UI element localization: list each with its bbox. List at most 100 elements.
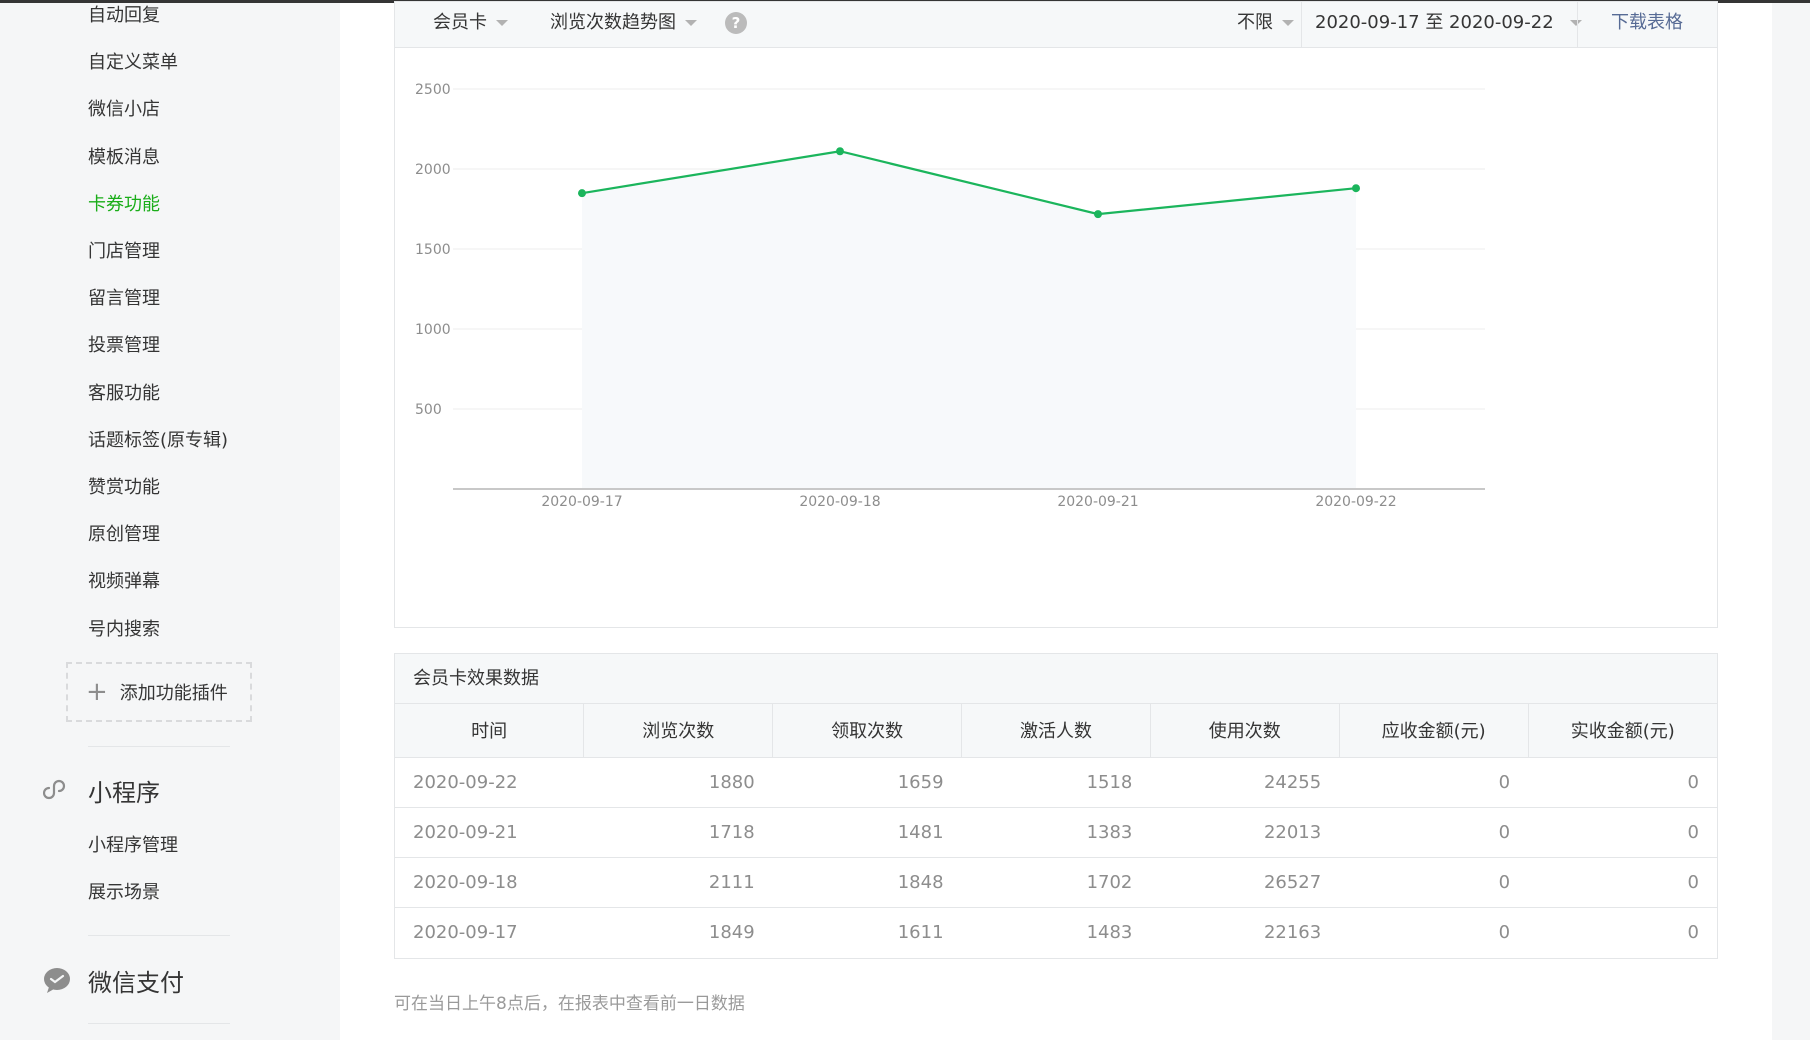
x-tick-label: 2020-09-21 (1057, 494, 1138, 510)
column-header: 浏览次数 (583, 704, 774, 758)
data-point (578, 189, 586, 198)
table-cell: 22013 (1150, 807, 1340, 858)
metric-label: 浏览次数趋势图 (550, 12, 676, 33)
card-type-dropdown[interactable]: 会员卡 (433, 2, 508, 44)
sidebar-divider (88, 935, 230, 936)
date-range-label: 2020-09-17 至 2020-09-22 (1315, 12, 1554, 33)
x-tick-label: 2020-09-22 (1315, 494, 1396, 510)
footnote: 可在当日上午8点后，在报表中查看前一日数据 (394, 994, 745, 1014)
sidebar-item[interactable]: 门店管理 (88, 237, 160, 267)
table-cell: 2020-09-18 (395, 857, 584, 908)
table-cell: 2111 (583, 857, 773, 908)
table-cell: 2020-09-21 (395, 807, 584, 858)
x-tick-label: 2020-09-17 (541, 494, 622, 510)
toolbar-separator (1577, 2, 1578, 48)
sidebar-item[interactable]: 号内搜索 (88, 615, 160, 645)
y-tick-label: 500 (415, 402, 442, 418)
chart-toolbar: 会员卡 浏览次数趋势图 ? 不限 2020-09-17 至 2020-09-22… (395, 2, 1717, 48)
help-icon[interactable]: ? (725, 12, 747, 34)
add-plugin-label: 添加功能插件 (119, 683, 228, 704)
data-table-panel: 会员卡效果数据 时间 浏览次数 领取次数 激活人数 使用次数 应收金额(元) 实收金额(元)… (394, 653, 1718, 959)
table-cell: 24255 (1150, 757, 1340, 808)
table-row: 2020-09-22 1880 1659 1518 24255 0 0 (395, 757, 1717, 808)
table-row: 2020-09-17 1849 1611 1483 22163 0 0 (395, 907, 1717, 957)
table-cell: 1849 (708, 921, 755, 943)
table-cell: 1718 (583, 807, 773, 858)
sidebar-item[interactable]: 留言管理 (88, 284, 160, 314)
wechat-pay-title: 微信支付 (88, 968, 184, 997)
chevron-down-icon (1282, 20, 1294, 26)
trend-line-chart: 500 1000 1500 2000 2500 2020-09-17 2020-09-18 2… (415, 82, 1485, 510)
filter-label: 不限 (1237, 12, 1273, 33)
data-point (1352, 184, 1360, 193)
main-content: 会员卡 浏览次数趋势图 ? 不限 2020-09-17 至 2020-09-22… (340, 1, 1772, 1040)
table-cell: 1518 (961, 757, 1151, 808)
sidebar-section-wechat-pay[interactable]: 微信支付 (40, 960, 184, 1000)
sidebar-divider (88, 746, 230, 747)
table-cell: 1659 (772, 757, 962, 808)
sidebar-section-miniprogram[interactable]: 小程序 (40, 770, 160, 810)
sidebar-item[interactable]: 投票管理 (88, 331, 160, 361)
toolbar-separator (1301, 2, 1302, 48)
table-cell: 22163 (1263, 921, 1322, 943)
sidebar-item[interactable]: 模板消息 (88, 143, 160, 173)
miniprogram-title: 小程序 (88, 778, 160, 807)
column-header: 实收金额(元) (1528, 704, 1717, 758)
table-cell: 2020-09-22 (395, 757, 584, 808)
table-cell: 1481 (772, 807, 962, 858)
table-cell: 1483 (1086, 921, 1133, 943)
data-point (1094, 210, 1102, 219)
card-type-label: 会员卡 (433, 12, 487, 33)
sidebar-divider (88, 1023, 230, 1024)
sidebar-item-display-scenes[interactable]: 展示场景 (88, 878, 160, 908)
data-table: 时间 浏览次数 领取次数 激活人数 使用次数 应收金额(元) 实收金额(元) 2020-09… (395, 704, 1717, 957)
table-header-row: 时间 浏览次数 领取次数 激活人数 使用次数 应收金额(元) 实收金额(元) (395, 704, 1717, 758)
column-header: 激活人数 (961, 704, 1151, 758)
series-area (582, 151, 1356, 489)
y-tick-label: 2500 (415, 82, 451, 98)
sidebar-item[interactable]: 视频弹幕 (88, 567, 160, 597)
table-cell: 1611 (897, 921, 944, 943)
sidebar-item[interactable]: 卡券功能 (88, 190, 160, 220)
y-tick-label: 2000 (415, 162, 451, 178)
filter-dropdown[interactable]: 不限 (1237, 2, 1294, 44)
chevron-down-icon (1569, 20, 1582, 26)
table-title: 会员卡效果数据 (395, 654, 1717, 704)
sidebar-item[interactable]: 客服功能 (88, 379, 160, 409)
table-cell: 0 (1528, 807, 1717, 858)
sidebar-item[interactable]: 自定义菜单 (88, 48, 178, 78)
plus-icon: + (86, 677, 108, 707)
y-tick-label: 1500 (415, 242, 451, 258)
sidebar-item[interactable]: 原创管理 (88, 520, 160, 550)
table-cell: 0 (1528, 857, 1717, 908)
x-tick-label: 2020-09-18 (799, 494, 880, 510)
table-cell: 1880 (583, 757, 773, 808)
sidebar-item-miniprogram-manage[interactable]: 小程序管理 (88, 831, 178, 861)
table-cell: 2020-09-17 (413, 921, 518, 943)
table-cell: 1848 (772, 857, 962, 908)
table-cell: 1702 (961, 857, 1151, 908)
sidebar-item[interactable]: 赞赏功能 (88, 473, 160, 503)
chevron-down-icon (496, 20, 508, 26)
table-row: 2020-09-21 1718 1481 1383 22013 0 0 (395, 807, 1717, 858)
column-header: 使用次数 (1150, 704, 1340, 758)
chevron-down-icon (685, 20, 697, 26)
table-cell: 26527 (1150, 857, 1340, 908)
table-cell: 0 (1339, 757, 1529, 808)
sidebar-item[interactable]: 话题标签(原专辑) (88, 426, 228, 456)
chat-bubble-icon (40, 963, 74, 997)
add-plugin-button[interactable]: + 添加功能插件 (66, 662, 252, 722)
table-cell: 1383 (961, 807, 1151, 858)
sidebar-item[interactable]: 微信小店 (88, 95, 160, 125)
table-cell: 0 (1498, 921, 1511, 943)
column-header: 时间 (395, 704, 585, 758)
date-range-picker[interactable]: 2020-09-17 至 2020-09-22 (1315, 2, 1582, 44)
sidebar-item[interactable]: 自动回复 (88, 1, 160, 31)
sidebar: 自动回复自定义菜单微信小店模板消息卡券功能门店管理留言管理投票管理客服功能话题标… (0, 3, 340, 1040)
metric-dropdown[interactable]: 浏览次数趋势图 (550, 2, 697, 44)
y-tick-label: 1000 (415, 322, 451, 338)
download-table-link[interactable]: 下载表格 (1611, 2, 1683, 44)
table-cell: 0 (1687, 921, 1699, 943)
table-cell: 0 (1339, 807, 1529, 858)
column-header: 应收金额(元) (1339, 704, 1529, 758)
